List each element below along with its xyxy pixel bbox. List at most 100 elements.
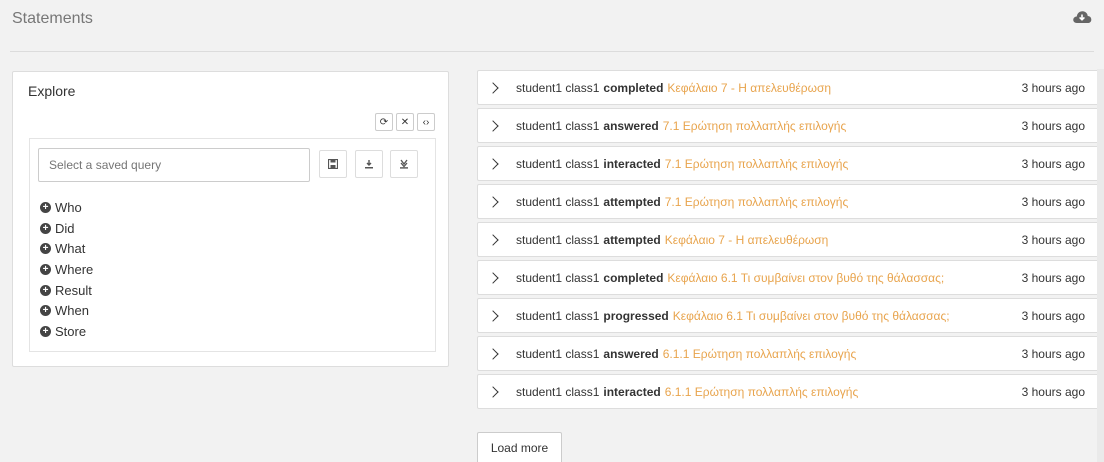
refresh-button[interactable]: ⟳ [375,113,393,131]
filter-list: + Who + Did + What + Where + Result + When + St… [40,197,93,342]
close-icon: ✕ [400,116,410,128]
statement-time: 3 hours ago [1021,384,1085,399]
scrollbar[interactable] [1097,69,1104,462]
statement-time: 3 hours ago [1021,194,1085,209]
statement-row[interactable]: student1 class1 attempted Κεφάλαιο 7 - Η… [477,222,1099,257]
statement-verb: attempted [603,194,661,209]
statement-verb: completed [603,270,664,285]
cloud-download-icon[interactable] [1072,9,1092,25]
statement-actor: student1 class1 [516,194,600,209]
plus-circle-icon: + [40,263,51,275]
save-query-button[interactable] [319,150,347,178]
statement-actor: student1 class1 [516,80,600,95]
statement-object[interactable]: 6.1.1 Ερώτηση πολλαπλής επιλογής [663,347,857,361]
chevron-right-icon [487,385,499,398]
statement-object[interactable]: 6.1.1 Ερώτηση πολλαπλής επιλογής [665,385,859,399]
plus-circle-icon: + [40,222,51,234]
plus-circle-icon: + [40,305,51,317]
chevron-right-icon [487,309,499,322]
statement-row[interactable]: student1 class1 completed Κεφάλαιο 7 - Η… [477,70,1099,105]
saved-query-select[interactable] [38,148,310,182]
export-query-button[interactable] [390,150,418,178]
statement-time: 3 hours ago [1021,156,1085,171]
statement-actor: student1 class1 [516,156,600,171]
statement-actor: student1 class1 [516,232,600,247]
query-builder: + Who + Did + What + Where + Result + When + St… [29,138,436,352]
statement-object[interactable]: 7.1 Ερώτηση πολλαπλής επιλογής [663,119,847,133]
filter-label: Did [55,220,75,236]
chevron-right-icon [487,81,499,94]
statement-verb: attempted [603,232,661,247]
download-icon [365,160,373,169]
statement-time: 3 hours ago [1021,80,1085,95]
filter-when[interactable]: + When [40,300,93,321]
download-query-button[interactable] [355,150,383,178]
statement-verb: interacted [603,156,661,171]
statement-object[interactable]: Κεφάλαιο 6.1 Τι συμβαίνει στον βυθό της … [673,309,950,323]
page-title: Statements [12,10,93,27]
filter-what[interactable]: + What [40,238,93,259]
statement-actor: student1 class1 [516,270,600,285]
statement-object[interactable]: Κεφάλαιο 7 - Η απελευθέρωση [665,233,829,247]
filter-store[interactable]: + Store [40,321,93,342]
filter-label: Who [55,199,82,215]
filter-label: Where [55,261,94,277]
statement-actor: student1 class1 [516,384,600,399]
statement-time: 3 hours ago [1021,270,1085,285]
clear-button[interactable]: ✕ [396,113,414,131]
filter-label: Result [55,282,92,298]
filter-label: When [55,303,89,319]
plus-circle-icon: + [40,243,51,255]
statement-time: 3 hours ago [1021,346,1085,361]
explore-toolbar: ⟳ ✕ ‹› [375,113,435,131]
statement-verb: answered [603,118,659,133]
statement-object[interactable]: Κεφάλαιο 6.1 Τι συμβαίνει στον βυθό της … [667,271,944,285]
statement-row[interactable]: student1 class1 interacted 6.1.1 Ερώτηση… [477,374,1099,409]
statement-actor: student1 class1 [516,346,600,361]
plus-circle-icon: + [40,201,51,213]
export-icon [400,159,408,169]
statement-row[interactable]: student1 class1 interacted 7.1 Ερώτηση π… [477,146,1099,181]
filter-label: What [55,241,86,257]
chevron-right-icon [487,195,499,208]
statement-object[interactable]: 7.1 Ερώτηση πολλαπλής επιλογής [665,195,849,209]
statement-verb: completed [603,80,664,95]
load-more-button[interactable]: Load more [477,432,562,462]
chevron-right-icon [487,119,499,132]
explore-panel: Explore ⟳ ✕ ‹› Select a saved query + Wh… [12,71,449,367]
filter-who[interactable]: + Who [40,197,93,218]
statement-list: student1 class1 completed Κεφάλαιο 7 - Η… [477,70,1099,412]
plus-circle-icon: + [40,284,51,296]
statement-actor: student1 class1 [516,118,600,133]
filter-where[interactable]: + Where [40,259,93,280]
code-view-button[interactable]: ‹› [417,113,435,131]
statement-row[interactable]: student1 class1 attempted 7.1 Ερώτηση πο… [477,184,1099,219]
chevron-right-icon [487,271,499,284]
save-icon [328,159,338,169]
filter-result[interactable]: + Result [40,280,93,301]
header-divider [10,51,1094,52]
code-icon: ‹› [422,116,430,128]
filter-did[interactable]: + Did [40,218,93,239]
statement-object[interactable]: 7.1 Ερώτηση πολλαπλής επιλογής [665,157,849,171]
page-header: Statements [0,0,1104,52]
chevron-right-icon [487,347,499,360]
plus-circle-icon: + [40,325,51,337]
statement-row[interactable]: student1 class1 completed Κεφάλαιο 6.1 Τ… [477,260,1099,295]
statement-row[interactable]: student1 class1 answered 7.1 Ερώτηση πολ… [477,108,1099,143]
statement-object[interactable]: Κεφάλαιο 7 - Η απελευθέρωση [667,81,831,95]
explore-title: Explore [28,83,76,99]
chevron-right-icon [487,233,499,246]
statement-time: 3 hours ago [1021,232,1085,247]
statement-row[interactable]: student1 class1 progressed Κεφάλαιο 6.1 … [477,298,1099,333]
statement-row[interactable]: student1 class1 answered 6.1.1 Ερώτηση π… [477,336,1099,371]
statement-time: 3 hours ago [1021,118,1085,133]
statement-verb: progressed [603,308,669,323]
statement-time: 3 hours ago [1021,308,1085,323]
statement-verb: answered [603,346,659,361]
chevron-right-icon [487,157,499,170]
refresh-icon: ⟳ [379,116,389,128]
filter-label: Store [55,323,87,339]
statement-actor: student1 class1 [516,308,600,323]
statement-verb: interacted [603,384,661,399]
